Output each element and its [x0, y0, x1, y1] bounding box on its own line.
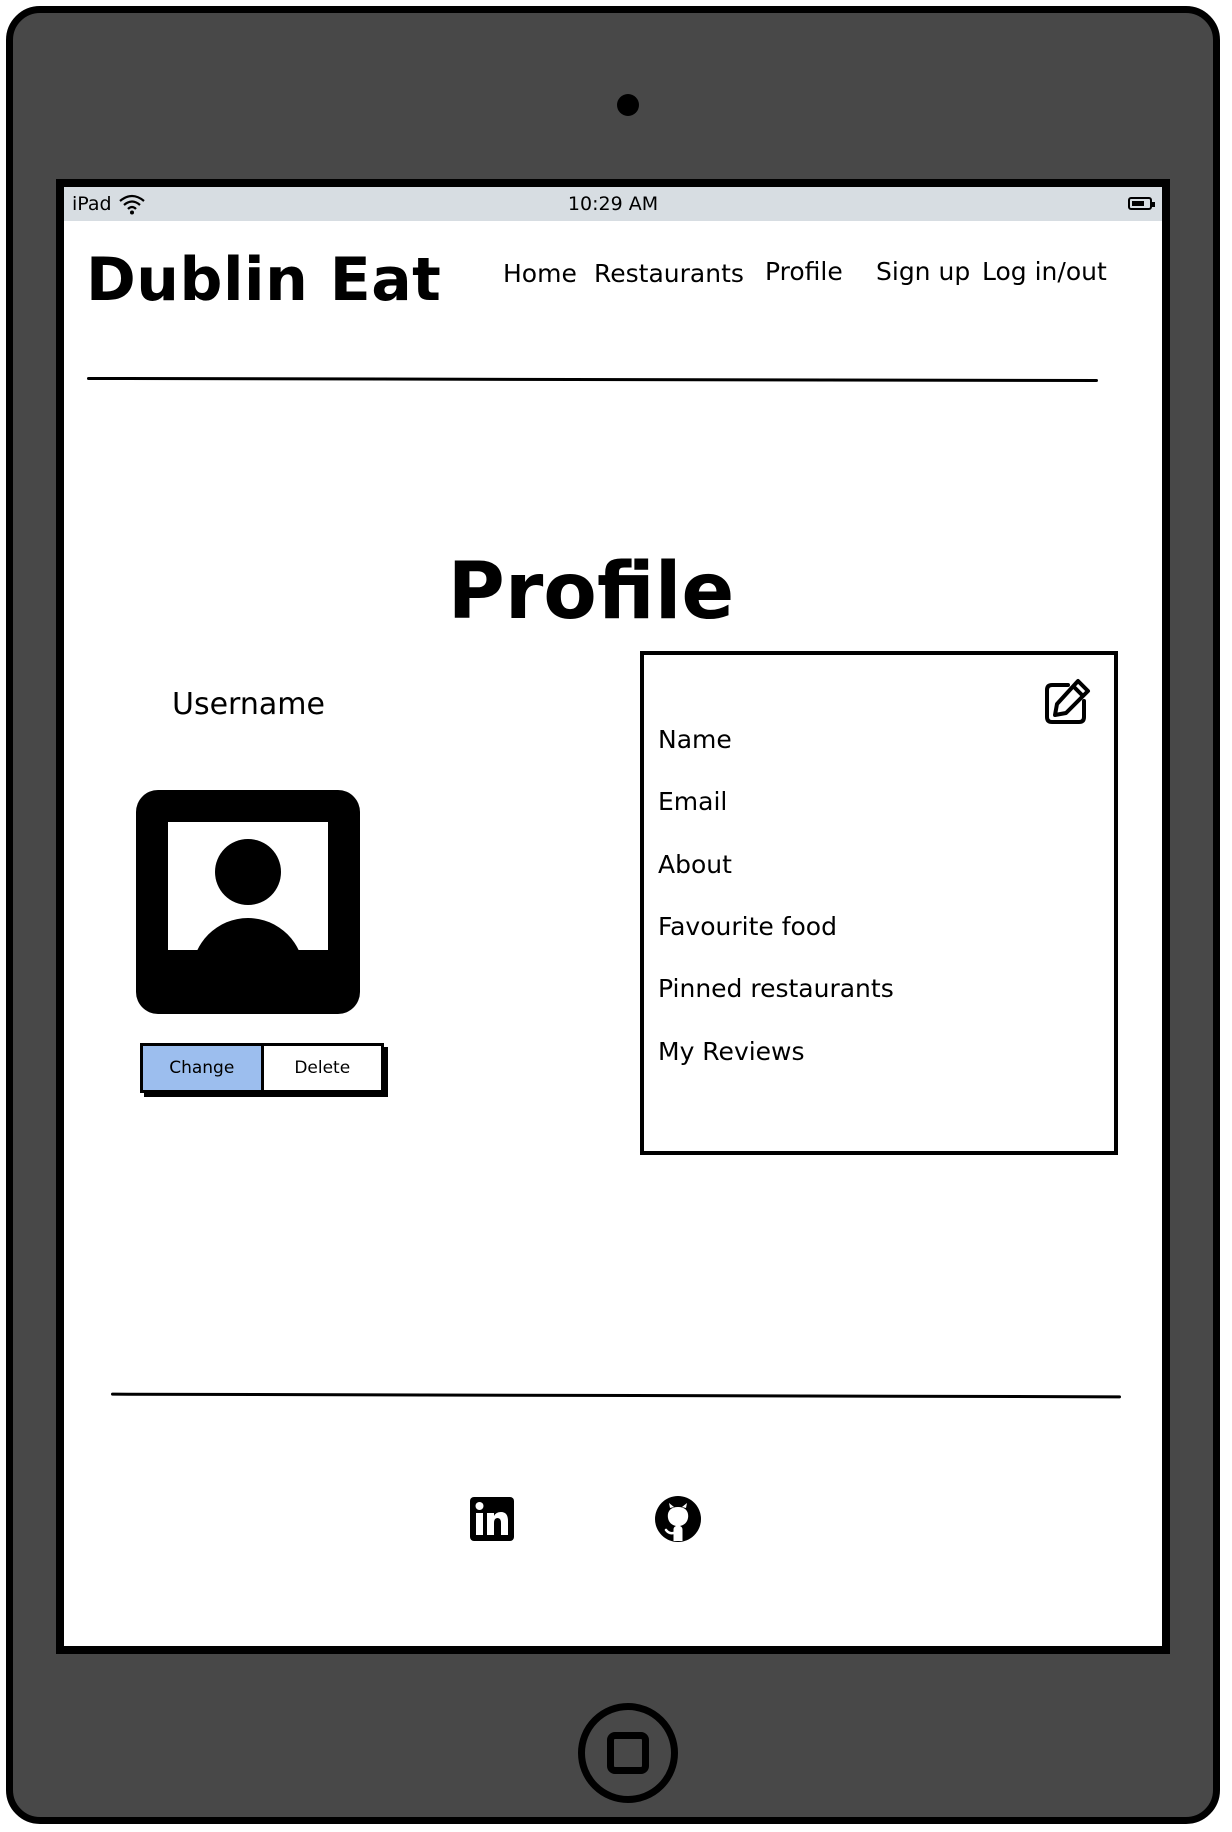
- avatar: [136, 790, 360, 1014]
- battery-icon: [1128, 197, 1155, 210]
- field-about: About: [658, 850, 732, 879]
- status-bar: iPad 10:29 AM: [64, 187, 1162, 221]
- edit-icon[interactable]: [1042, 677, 1092, 727]
- change-photo-button[interactable]: Change: [143, 1046, 264, 1090]
- field-email: Email: [658, 787, 728, 816]
- page-title: Profile: [447, 547, 735, 637]
- home-button[interactable]: [578, 1703, 678, 1803]
- brand-logo[interactable]: Dublin Eat: [86, 245, 441, 315]
- photo-button-group: Change Delete: [140, 1043, 384, 1093]
- field-my-reviews: My Reviews: [658, 1037, 805, 1066]
- home-button-square: [607, 1732, 649, 1774]
- username-label: Username: [172, 687, 325, 722]
- status-time: 10:29 AM: [567, 193, 659, 215]
- footer-divider: [110, 1392, 1122, 1399]
- nav-restaurants[interactable]: Restaurants: [594, 259, 744, 288]
- profile-details-card: Name Email About Favourite food Pinned r…: [640, 651, 1118, 1155]
- nav-log-in-out[interactable]: Log in/out: [982, 257, 1107, 286]
- header-divider: [86, 376, 1099, 383]
- avatar-body: [192, 918, 304, 950]
- nav-home[interactable]: Home: [503, 259, 577, 288]
- delete-photo-button[interactable]: Delete: [263, 1046, 381, 1090]
- github-icon[interactable]: [654, 1495, 702, 1543]
- camera-dot: [617, 94, 639, 116]
- linkedin-icon[interactable]: [470, 1497, 514, 1541]
- nav-sign-up[interactable]: Sign up: [876, 257, 970, 286]
- field-favourite-food: Favourite food: [658, 912, 837, 941]
- avatar-placeholder-icon: [168, 822, 328, 950]
- field-pinned-restaurants: Pinned restaurants: [658, 974, 894, 1003]
- nav-profile[interactable]: Profile: [765, 257, 843, 286]
- screen: iPad 10:29 AM Dublin Eat Home Restaurant…: [56, 179, 1170, 1654]
- field-name: Name: [658, 725, 732, 754]
- avatar-head: [215, 839, 281, 905]
